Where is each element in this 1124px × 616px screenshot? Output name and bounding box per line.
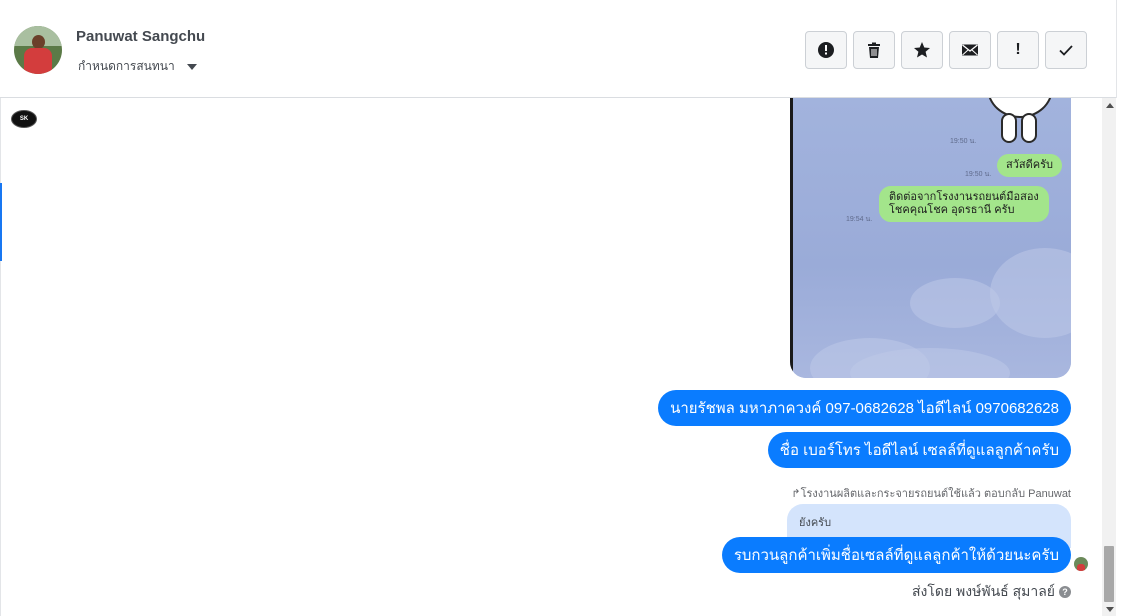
help-icon[interactable]: ? [1059, 586, 1071, 598]
delete-button[interactable] [853, 31, 895, 69]
sent-by-text: ส่งโดย พงษ์พันธ์ สุมาลย์ [911, 583, 1055, 599]
image-attachment[interactable]: 19:50 น. 19:50 น. สวัสดีครับ 19:54 น. ติ… [790, 98, 1071, 378]
conversation-settings-label: กำหนดการสนทนา [78, 59, 175, 73]
line-timestamp: 19:50 น. [950, 138, 977, 145]
mark-unread-button[interactable] [949, 31, 991, 69]
line-message-line: ติดต่อจากโรงงานรถยนต์มือสอง [889, 191, 1039, 203]
line-message-line: โชคคุณโชค อุดรธานี ครับ [889, 204, 1015, 217]
seen-by-avatar [1074, 557, 1088, 571]
checkmark-icon [1059, 45, 1073, 56]
reply-meta-text: โรงงานผลิตและกระจายรถยนต์ใช้แล้ว ตอบกลับ… [800, 488, 1071, 500]
sent-by-info: ส่งโดย พงษ์พันธ์ สุมาลย์ ? [912, 581, 1071, 603]
contact-avatar[interactable] [14, 26, 62, 74]
alert-circle-icon [818, 42, 834, 58]
line-timestamp: 19:54 น. [846, 216, 873, 223]
follow-up-button[interactable]: ! [997, 31, 1039, 69]
scrollbar-track[interactable] [1102, 98, 1116, 616]
messenger-page: Panuwat Sangchu กำหนดการสนทนา ! SK 19:50… [0, 0, 1124, 616]
message-bubble[interactable]: นายรัชพล มหาภาควงค์ 097-0682628 ไอดีไลน์… [658, 390, 1071, 426]
mascot-leg [1021, 113, 1037, 143]
conversation-header: Panuwat Sangchu กำหนดการสนทนา ! [0, 0, 1117, 98]
trash-icon [868, 42, 880, 58]
conversation-settings-dropdown[interactable]: กำหนดการสนทนา [78, 57, 197, 76]
message-bubble[interactable]: ชื่อ เบอร์โทร ไอดีไลน์ เซลล์ที่ดูแลลูกค้… [767, 432, 1071, 468]
exclamation-icon: ! [1015, 41, 1021, 58]
star-icon [914, 42, 930, 58]
reply-message-bubble[interactable]: รบกวนลูกค้าเพิ่มชื่อเซลล์ที่ดูแลลูกค้าให… [721, 537, 1071, 573]
envelope-icon [962, 44, 978, 56]
scrollbar-thumb[interactable] [1104, 546, 1114, 602]
selection-accent-bar [0, 183, 2, 261]
reply-meta: ↱โรงงานผลิตและกระจายรถยนต์ใช้แล้ว ตอบกลั… [791, 484, 1071, 502]
mascot-leg [1001, 113, 1017, 143]
mark-done-button[interactable] [1045, 31, 1087, 69]
page-logo-avatar: SK [11, 110, 37, 128]
star-button[interactable] [901, 31, 943, 69]
scroll-up-arrow-icon[interactable] [1106, 103, 1114, 108]
caret-down-icon [186, 63, 197, 70]
line-message-bubble: สวัสดีครับ [997, 154, 1062, 178]
scroll-down-arrow-icon[interactable] [1106, 607, 1114, 612]
mark-spam-button[interactable] [805, 31, 847, 69]
contact-name[interactable]: Panuwat Sangchu [76, 28, 205, 45]
reply-arrow-icon: ↱ [791, 488, 801, 500]
line-timestamp: 19:50 น. [965, 171, 992, 178]
conversation-toolbar: ! [805, 31, 1087, 69]
header-right-border [1116, 0, 1117, 98]
line-message-bubble: ติดต่อจากโรงงานรถยนต์มือสอง โชคคุณโชค อุ… [879, 186, 1049, 223]
